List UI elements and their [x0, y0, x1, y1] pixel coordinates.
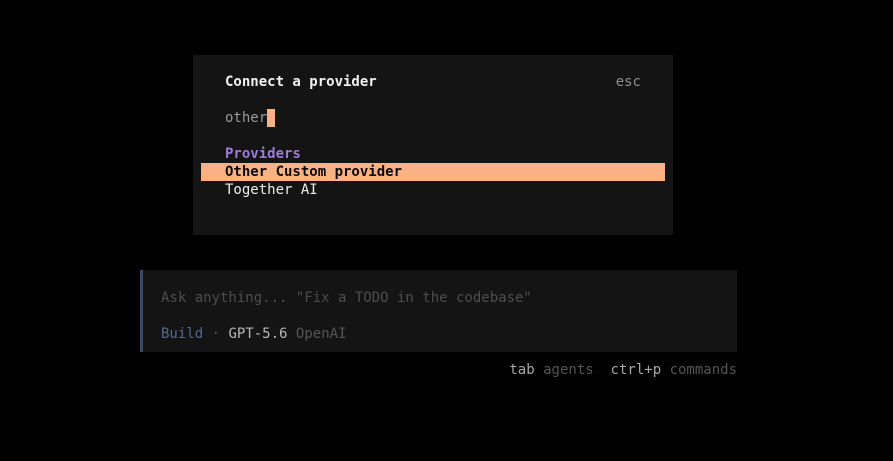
connect-provider-dialog: Connect a provider esc other Providers O… — [193, 55, 673, 235]
provider-option-other-custom[interactable]: Other Custom provider — [201, 163, 665, 181]
agent-mode-label[interactable]: Build — [161, 326, 203, 342]
meta-separator: · — [211, 326, 221, 342]
provider-search-input[interactable]: other — [225, 109, 276, 127]
model-provider: OpenAI — [295, 326, 347, 342]
keyboard-hints: tab agents ctrl+p commands — [509, 361, 737, 379]
hint-key-ctrl-p: ctrl+p — [610, 362, 662, 378]
prompt-meta-row: Build · GPT-5.6 OpenAI — [161, 325, 347, 343]
search-input-value: other — [225, 110, 268, 126]
text-cursor — [267, 109, 276, 127]
prompt-input-box[interactable]: Ask anything... "Fix a TODO in the codeb… — [140, 270, 737, 352]
providers-group-label: Providers — [225, 146, 301, 162]
dialog-close-esc[interactable]: esc — [616, 73, 641, 91]
prompt-placeholder: Ask anything... "Fix a TODO in the codeb… — [161, 290, 532, 306]
model-name[interactable]: GPT-5.6 — [228, 326, 287, 342]
provider-option-together-ai[interactable]: Together AI — [201, 181, 665, 199]
dialog-title: Connect a provider — [225, 74, 377, 90]
hint-label-agents: agents — [543, 362, 594, 378]
hint-key-tab: tab — [509, 362, 535, 378]
hint-label-commands: commands — [669, 362, 737, 378]
